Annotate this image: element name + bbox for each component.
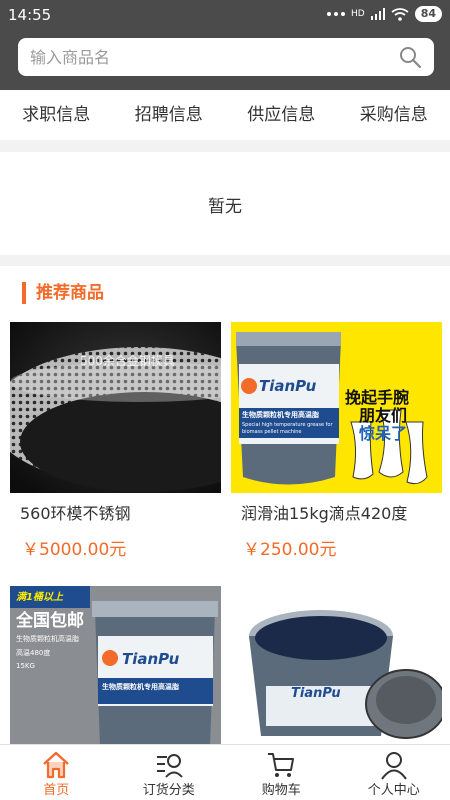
bucket-label-text: 生物质颗粒机专用高温脂 — [102, 683, 179, 691]
user-icon[interactable] — [379, 750, 409, 780]
info-tabs: 求职信息 招聘信息 供应信息 采购信息 — [0, 90, 450, 140]
bucket-label-text: 生物质颗粒机专用高温脂 — [242, 411, 319, 419]
product-brand-text: TianPu — [259, 377, 317, 395]
search-icon[interactable] — [398, 45, 422, 69]
product-image[interactable]: TianPu — [231, 586, 442, 746]
product-card[interactable]: 满1桶以上 全国包邮 生物质颗粒机高温脂 高温480度 15KG TianPu … — [10, 586, 221, 746]
product-card[interactable]: TianPu 生物质颗粒机专用高温脂 Special high temperat… — [231, 322, 442, 572]
search-input[interactable] — [30, 38, 390, 76]
section-title: 推荐商品 — [22, 282, 104, 304]
product-name[interactable]: 润滑油15kg滴点420度 — [241, 500, 407, 524]
product-image[interactable]: 满1桶以上 全国包邮 生物质颗粒机高温脂 高温480度 15KG TianPu … — [10, 586, 221, 746]
promo-small-text: 满1桶以上 — [16, 592, 63, 603]
tab-supply[interactable]: 供应信息 — [225, 90, 338, 140]
product-card[interactable]: 500余合金钢模具 560环模不锈钢 ￥5000.00元 — [10, 322, 221, 572]
wifi-icon — [391, 7, 409, 21]
product-brand-text: TianPu — [291, 686, 341, 701]
home-icon[interactable] — [41, 750, 71, 780]
tab-job-seeking[interactable]: 求职信息 — [0, 90, 113, 140]
nav-item-cart[interactable]: 购物车 — [225, 745, 338, 800]
product-price: ￥5000.00元 — [22, 540, 127, 560]
status-icons: HD 84 — [326, 6, 442, 22]
nav-label[interactable]: 个人中心 — [338, 779, 450, 798]
cart-icon[interactable] — [266, 750, 296, 780]
promo-big-text: 全国包邮 — [16, 611, 84, 631]
search-bar[interactable] — [18, 38, 434, 76]
nav-label[interactable]: 首页 — [0, 779, 113, 798]
more-dots-icon — [326, 12, 345, 16]
empty-text: 暂无 — [208, 197, 242, 217]
empty-notice-panel: 暂无 — [0, 152, 450, 255]
tab-recruitment[interactable]: 招聘信息 — [113, 90, 226, 140]
promo-bullet-1: 生物质颗粒机高温脂 — [16, 635, 79, 643]
status-time: 14:55 — [8, 6, 52, 24]
bottom-nav: 首页 订货分类 购物车 个人中心 — [0, 744, 450, 800]
product-image-watermark: 500余合金钢模具 — [80, 354, 175, 368]
recommend-section: 推荐商品 500余合金钢模具 560环模不锈钢 ￥5000.00元 TianPu… — [0, 266, 450, 800]
nav-label[interactable]: 订货分类 — [113, 779, 226, 798]
status-bar: 14:55 HD 84 — [0, 0, 450, 32]
promo-bullet-3: 15KG — [16, 662, 35, 670]
product-name[interactable]: 560环模不锈钢 — [20, 500, 131, 524]
tab-purchase[interactable]: 采购信息 — [338, 90, 450, 140]
category-icon[interactable] — [154, 750, 184, 780]
product-image[interactable]: 500余合金钢模具 — [10, 322, 221, 493]
promo-bullet-2: 高温480度 — [16, 649, 51, 657]
product-card[interactable]: TianPu — [231, 586, 442, 746]
product-image[interactable]: TianPu 生物质颗粒机专用高温脂 Special high temperat… — [231, 322, 442, 493]
nav-label[interactable]: 购物车 — [225, 779, 338, 798]
banner-line-3: 惊呆了 — [359, 424, 408, 443]
app-header: 14:55 HD 84 — [0, 0, 450, 102]
product-price: ￥250.00元 — [243, 540, 337, 560]
bucket-sub-text: Special high temperature grease for biom… — [242, 422, 333, 435]
network-label: HD — [350, 9, 365, 19]
product-brand-text: TianPu — [122, 650, 180, 668]
signal-icon — [370, 8, 385, 20]
battery-icon: 84 — [414, 6, 442, 22]
nav-item-category[interactable]: 订货分类 — [113, 745, 226, 800]
nav-item-profile[interactable]: 个人中心 — [338, 745, 450, 800]
nav-item-home[interactable]: 首页 — [0, 745, 113, 800]
